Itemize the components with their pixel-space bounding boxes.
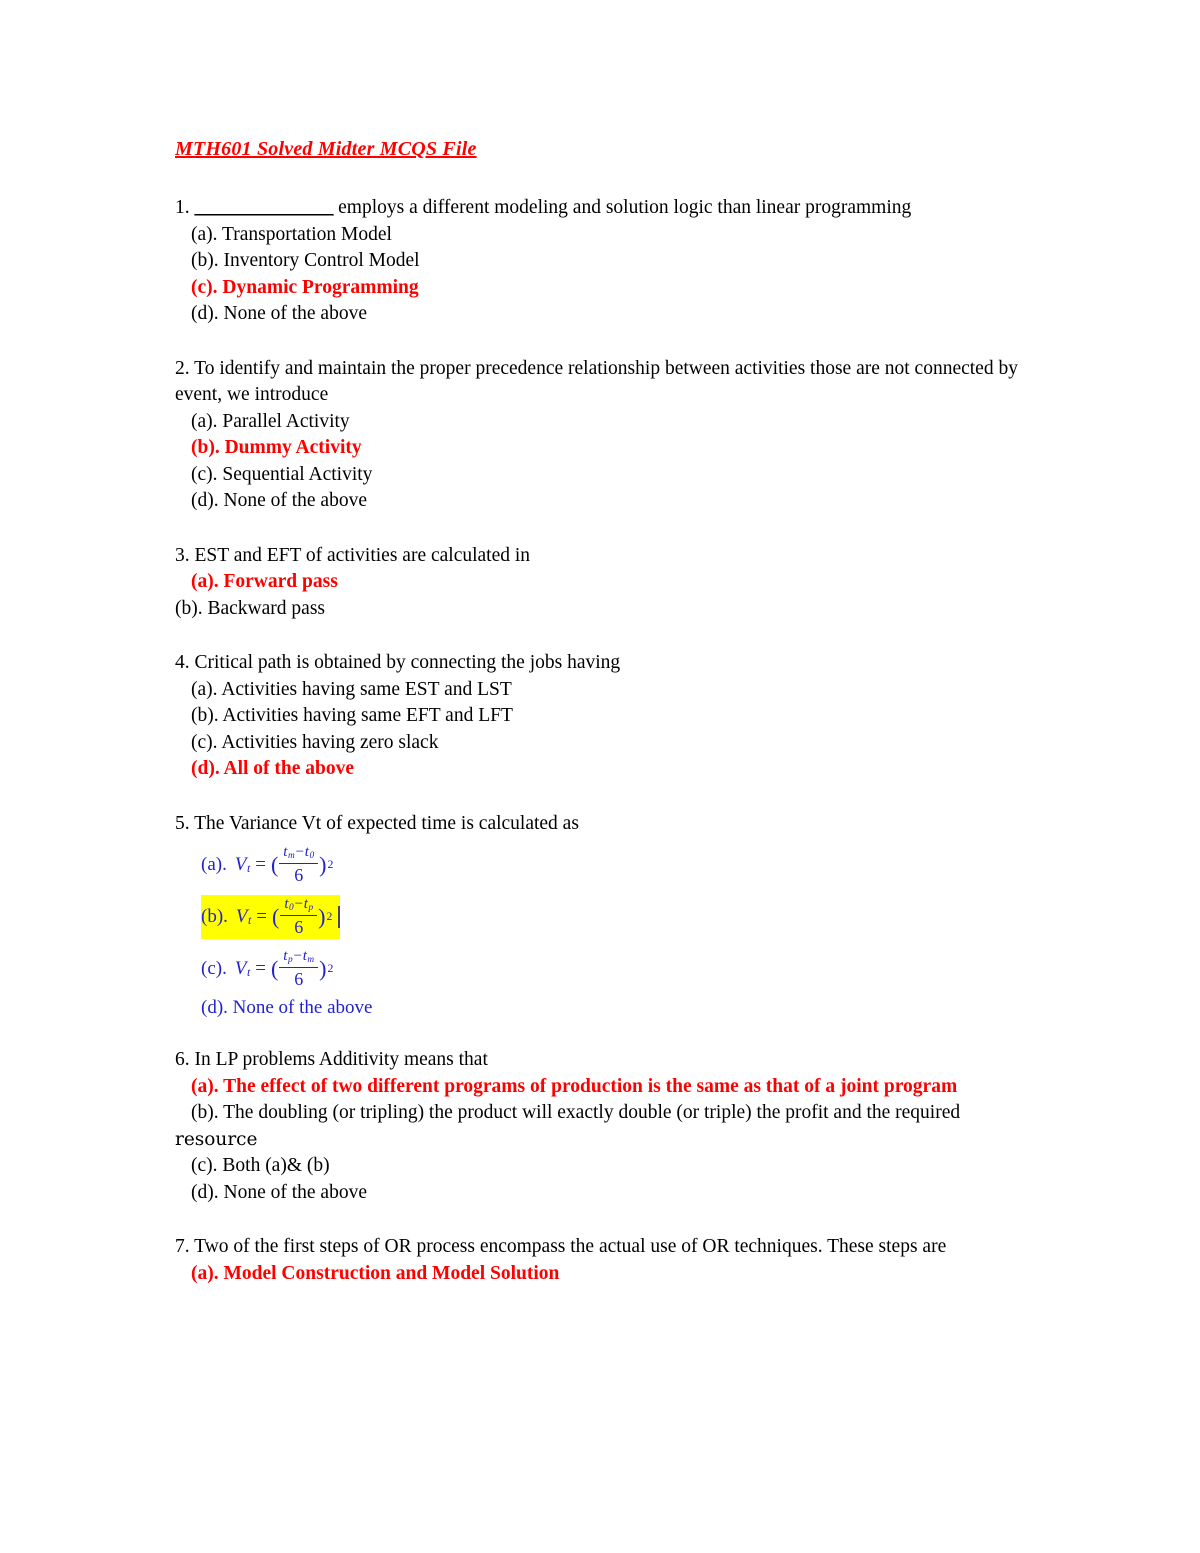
equals-sign: = [255, 854, 266, 875]
equals-sign: = [256, 906, 268, 927]
equals-sign: = [255, 958, 266, 979]
open-paren: ( [270, 852, 279, 877]
question-2-options: (a). Parallel Activity (b). Dummy Activi… [175, 409, 1025, 515]
option-d[interactable]: (d). All of the above [175, 756, 1025, 783]
numerator: tm−t0 [283, 844, 315, 862]
math-option-a-formula: Vt = ( tm−t0 6 ) 2 [235, 844, 334, 885]
question-1-prompt: 1. _______________ employs a different m… [175, 195, 1025, 222]
exponent: 2 [327, 858, 334, 871]
math-option-c-label: (c). [201, 958, 227, 979]
question-block-5: 5. The Variance Vt of expected time is c… [175, 811, 1025, 1020]
option-b[interactable]: (b). The doubling (or tripling) the prod… [175, 1100, 1025, 1127]
question-6-options: (a). The effect of two different program… [175, 1074, 1025, 1207]
question-5-options: (a). Vt = ( tm−t0 6 ) 2 (b). Vt = (t0−t… [175, 843, 1025, 1019]
math-option-b[interactable]: (b). Vt = ( t0−tp 6 ) 2 [175, 895, 1025, 939]
option-b[interactable]: (b). Activities having same EFT and LFT [175, 703, 1025, 730]
fraction: tp−tm 6 [279, 948, 319, 990]
question-1-blank: _______________ [194, 197, 334, 218]
fraction: tm−t0 6 [279, 844, 319, 886]
question-1-prompt-rest: employs a different modeling and solutio… [338, 197, 912, 218]
question-3-options: (a). Forward pass (b). Backward pass [175, 569, 1025, 622]
question-block-2: 2. To identify and maintain the proper p… [175, 356, 1025, 515]
document-page: MTH601 Solved Midter MCQS File 1. ______… [0, 0, 1200, 1553]
math-option-a[interactable]: (a). Vt = ( tm−t0 6 ) 2 [175, 843, 1025, 887]
close-paren: ) [319, 956, 327, 981]
numerator: tp−tm [283, 948, 315, 966]
denominator: 6 [294, 969, 304, 990]
page-title: MTH601 Solved Midter MCQS File [175, 138, 477, 160]
text-cursor [338, 906, 341, 928]
math-option-b-label: (b). [201, 906, 228, 927]
open-paren: ( [270, 956, 279, 981]
question-7-options: (a). Model Construction and Model Soluti… [175, 1261, 1025, 1288]
lhs-variable: Vt [235, 905, 252, 928]
numerator: t0−tp [284, 896, 314, 914]
close-paren: ) [319, 852, 327, 877]
option-c[interactable]: (c). Dynamic Programming [175, 275, 1025, 302]
math-option-d[interactable]: (d). None of the above [175, 997, 1025, 1019]
math-option-a-label: (a). [201, 854, 227, 875]
question-7-prompt: 7. Two of the first steps of OR process … [175, 1236, 947, 1257]
question-2-prompt: 2. To identify and maintain the proper p… [175, 357, 1018, 406]
question-1-number: 1. [175, 197, 190, 218]
lhs-variable: Vt [234, 957, 251, 980]
option-b[interactable]: (b). Inventory Control Model [175, 248, 1025, 275]
question-block-4: 4. Critical path is obtained by connecti… [175, 650, 1025, 783]
option-a[interactable]: (a). Forward pass [175, 569, 1025, 596]
option-a[interactable]: (a). The effect of two different program… [175, 1074, 1025, 1101]
option-b-continuation: resource [175, 1128, 258, 1150]
denominator: 6 [294, 917, 304, 938]
question-3-prompt: 3. EST and EFT of activities are calcula… [175, 544, 531, 566]
option-a[interactable]: (a). Parallel Activity [175, 409, 1025, 436]
question-4-prompt: 4. Critical path is obtained by connecti… [175, 652, 621, 673]
option-b[interactable]: (b). Backward pass [175, 596, 1025, 623]
question-block-1: 1. _______________ employs a different m… [175, 195, 1025, 328]
option-c[interactable]: (c). Sequential Activity [175, 462, 1025, 489]
option-a[interactable]: (a). Model Construction and Model Soluti… [175, 1261, 1025, 1288]
exponent: 2 [327, 962, 334, 975]
question-block-6: 6. In LP problems Additivity means that … [175, 1047, 1025, 1206]
close-paren: ) [318, 904, 326, 929]
question-5-prompt: 5. The Variance Vt of expected time is c… [175, 812, 579, 834]
option-c[interactable]: (c). Activities having zero slack [175, 730, 1025, 757]
option-d[interactable]: (d). None of the above [175, 301, 1025, 328]
math-option-b-formula: Vt = ( t0−tp 6 ) 2 [236, 896, 332, 937]
option-a[interactable]: (a). Transportation Model [175, 222, 1025, 249]
fraction: t0−tp 6 [280, 896, 318, 938]
math-option-c-formula: Vt = ( tp−tm 6 ) 2 [235, 948, 334, 989]
denominator: 6 [294, 865, 304, 886]
highlighted-formula-b: (b). Vt = ( t0−tp 6 ) 2 [201, 895, 341, 939]
option-d[interactable]: (d). None of the above [175, 1180, 1025, 1207]
option-b[interactable]: (b). Dummy Activity [175, 435, 1025, 462]
question-1-options: (a). Transportation Model (b). Inventory… [175, 222, 1025, 328]
option-a[interactable]: (a). Activities having same EST and LST [175, 677, 1025, 704]
open-paren: ( [272, 904, 280, 929]
question-block-7: 7. Two of the first steps of OR process … [175, 1234, 1025, 1287]
math-option-c[interactable]: (c). Vt = ( tp−tm 6 ) 2 [175, 947, 1025, 991]
option-c[interactable]: (c). Both (a)& (b) [175, 1153, 1025, 1180]
option-d[interactable]: (d). None of the above [175, 488, 1025, 515]
exponent: 2 [326, 910, 333, 923]
question-4-options: (a). Activities having same EST and LST … [175, 677, 1025, 783]
lhs-variable: Vt [234, 853, 251, 876]
question-block-3: 3. EST and EFT of activities are calcula… [175, 543, 1025, 623]
question-6-prompt: 6. In LP problems Additivity means that [175, 1049, 488, 1070]
